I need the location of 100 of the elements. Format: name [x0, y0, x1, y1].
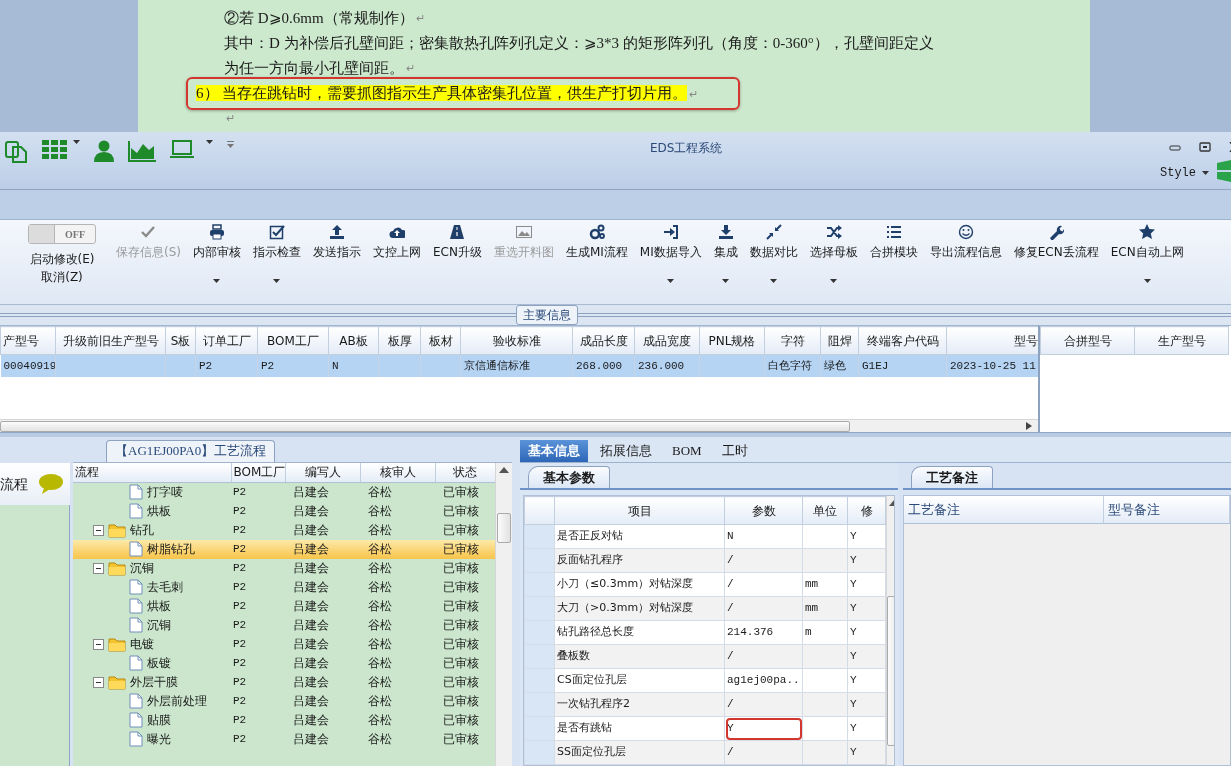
scrollbar[interactable] [495, 463, 512, 766]
column-header[interactable]: 升级前旧生产型号 [55, 326, 166, 355]
tab[interactable]: 工时 [713, 440, 756, 462]
caret-icon[interactable] [206, 140, 213, 144]
column-header[interactable]: BOM工厂 [257, 326, 329, 355]
tree-node[interactable]: 外层干膜 [75, 672, 229, 692]
table-cell-text: 吕建会 [292, 693, 330, 710]
table-cell: Y [847, 620, 886, 645]
column-header[interactable]: 验收标准 [460, 326, 573, 355]
toolbar-button[interactable]: ECN自动上网 [1104, 224, 1190, 289]
tree-node[interactable]: 曝光 [75, 729, 229, 749]
folder-icon [108, 560, 126, 576]
tree-node[interactable]: 烘板 [75, 596, 229, 616]
tree-node[interactable]: 钻孔 [75, 520, 229, 540]
column-header[interactable]: 成品长度 [572, 326, 635, 355]
scrollbar-thumb[interactable] [0, 420, 850, 432]
toolbar-button[interactable]: 合拼模块 [863, 224, 924, 261]
column-header[interactable]: 终端客户代码 [858, 326, 947, 355]
road-icon [449, 224, 466, 240]
column-header[interactable]: 产型号 [0, 326, 56, 355]
tree-node[interactable]: 去毛刺 [75, 577, 229, 597]
table-cell-text: 谷松 [367, 636, 393, 653]
tab[interactable]: 基本信息 [520, 440, 588, 462]
column-header[interactable]: S板 [165, 326, 196, 355]
column-header[interactable]: 单位 [802, 496, 848, 525]
column-header[interactable]: 字符 [764, 326, 821, 355]
toolbar-button[interactable]: ECN升级 [427, 224, 488, 261]
table-cell-text: 已审核 [442, 503, 480, 520]
tree-node[interactable]: 电镀 [75, 634, 229, 654]
person-icon[interactable] [94, 140, 114, 162]
column-header[interactable]: 修 [847, 496, 886, 525]
column-header[interactable]: BOM工厂 [231, 463, 285, 482]
area-chart-icon[interactable] [128, 140, 156, 162]
column-header[interactable]: 工艺备注 [904, 496, 1104, 524]
tree-node[interactable]: 沉铜 [75, 558, 229, 578]
column-header[interactable]: 成品宽度 [634, 326, 700, 355]
caret-icon[interactable] [73, 140, 80, 144]
laptop-icon[interactable] [170, 140, 194, 159]
tree-node[interactable]: 树脂钻孔 [75, 539, 229, 559]
column-header[interactable]: 编写人 [285, 463, 360, 482]
column-header[interactable]: 阻焊 [820, 326, 859, 355]
restore-icon[interactable] [1199, 142, 1211, 152]
column-header[interactable]: 核审人 [360, 463, 435, 482]
toolbar-button[interactable]: 数据对比 [743, 224, 804, 289]
column-header[interactable]: 参数 [724, 496, 803, 525]
customize-icon[interactable] [227, 140, 234, 148]
column-header[interactable]: 订单工厂 [195, 326, 258, 355]
toolbar-button[interactable]: 导出流程信息 [923, 224, 1008, 261]
panel-tab[interactable]: 【AG1EJ00PA0】工艺流程 [106, 440, 276, 462]
column-header[interactable]: PNL规格 [699, 326, 765, 355]
collapse-icon[interactable] [93, 676, 104, 688]
table-cell: 叠板数 [554, 644, 725, 669]
tab[interactable]: BOM [664, 440, 710, 462]
column-header[interactable]: 板厚 [378, 326, 421, 355]
toolbar-button[interactable]: 修复ECN丢流程 [1007, 224, 1105, 261]
column-header[interactable]: 型号备注 [1104, 496, 1230, 524]
collapse-icon[interactable] [93, 562, 104, 574]
tree-node[interactable]: 沉铜 [75, 615, 229, 635]
scrollbar[interactable] [0, 419, 1038, 432]
toolbar-button[interactable]: 发送指示 [307, 224, 367, 261]
column-header[interactable]: 合拼型号 [1040, 326, 1135, 355]
column-header[interactable]: 流程 [73, 463, 231, 482]
table-cell-text: 已审核 [442, 674, 480, 691]
toolbar-button[interactable]: 选择母板 [803, 224, 864, 289]
table-cell-text: 已审核 [442, 636, 480, 653]
table-cell-text: 已审核 [442, 579, 480, 596]
toolbar-button[interactable]: MI数据导入 [633, 224, 708, 289]
toolbar-button[interactable]: 生成MI流程 [559, 224, 634, 261]
toolbar-button[interactable]: 文控上网 [367, 224, 427, 261]
column-header[interactable]: 板材 [420, 326, 461, 355]
table-cell: CS面定位孔层 [554, 668, 725, 693]
cancel-button[interactable]: 取消(Z) [41, 268, 83, 286]
toolbar-button[interactable]: 内部审核 [187, 224, 247, 289]
panel-tab[interactable]: 工艺备注 [911, 465, 993, 488]
column-header[interactable]: AB板 [328, 326, 379, 355]
folder-icon [108, 522, 126, 538]
column-header[interactable]: 生产型号 [1134, 326, 1229, 355]
panel-tab[interactable]: 基本参数 [528, 465, 610, 488]
toggle-switch[interactable]: OFF [28, 224, 96, 244]
tree-node[interactable]: 外层前处理 [75, 691, 229, 711]
table-cell-text: 吕建会 [292, 674, 330, 691]
grid-icon[interactable] [42, 140, 67, 159]
column-header[interactable]: 型号 [946, 326, 1038, 355]
collapse-icon[interactable] [93, 524, 104, 536]
tree-node[interactable]: 烘板 [75, 501, 229, 521]
tree-node[interactable]: 打字唛 [75, 482, 229, 502]
toolbar-button[interactable]: 集成 [707, 224, 744, 289]
column-header[interactable]: 状态 [435, 463, 495, 482]
column-header[interactable]: 项目 [554, 496, 725, 525]
scrollbar-thumb[interactable] [497, 513, 511, 543]
collapse-icon[interactable] [93, 638, 104, 650]
minimize-icon[interactable] [1169, 142, 1181, 152]
copy-icon[interactable] [4, 140, 28, 164]
table-cell: 吕建会 [285, 539, 360, 559]
speech-bubble-icon[interactable] [38, 473, 64, 495]
tree-node[interactable]: 贴膜 [75, 710, 229, 730]
tree-node[interactable]: 板镀 [75, 653, 229, 673]
toolbar-button[interactable]: 指示检查 [247, 224, 307, 289]
style-menu[interactable]: Style [1160, 164, 1209, 182]
tab[interactable]: 拓展信息 [592, 440, 660, 462]
